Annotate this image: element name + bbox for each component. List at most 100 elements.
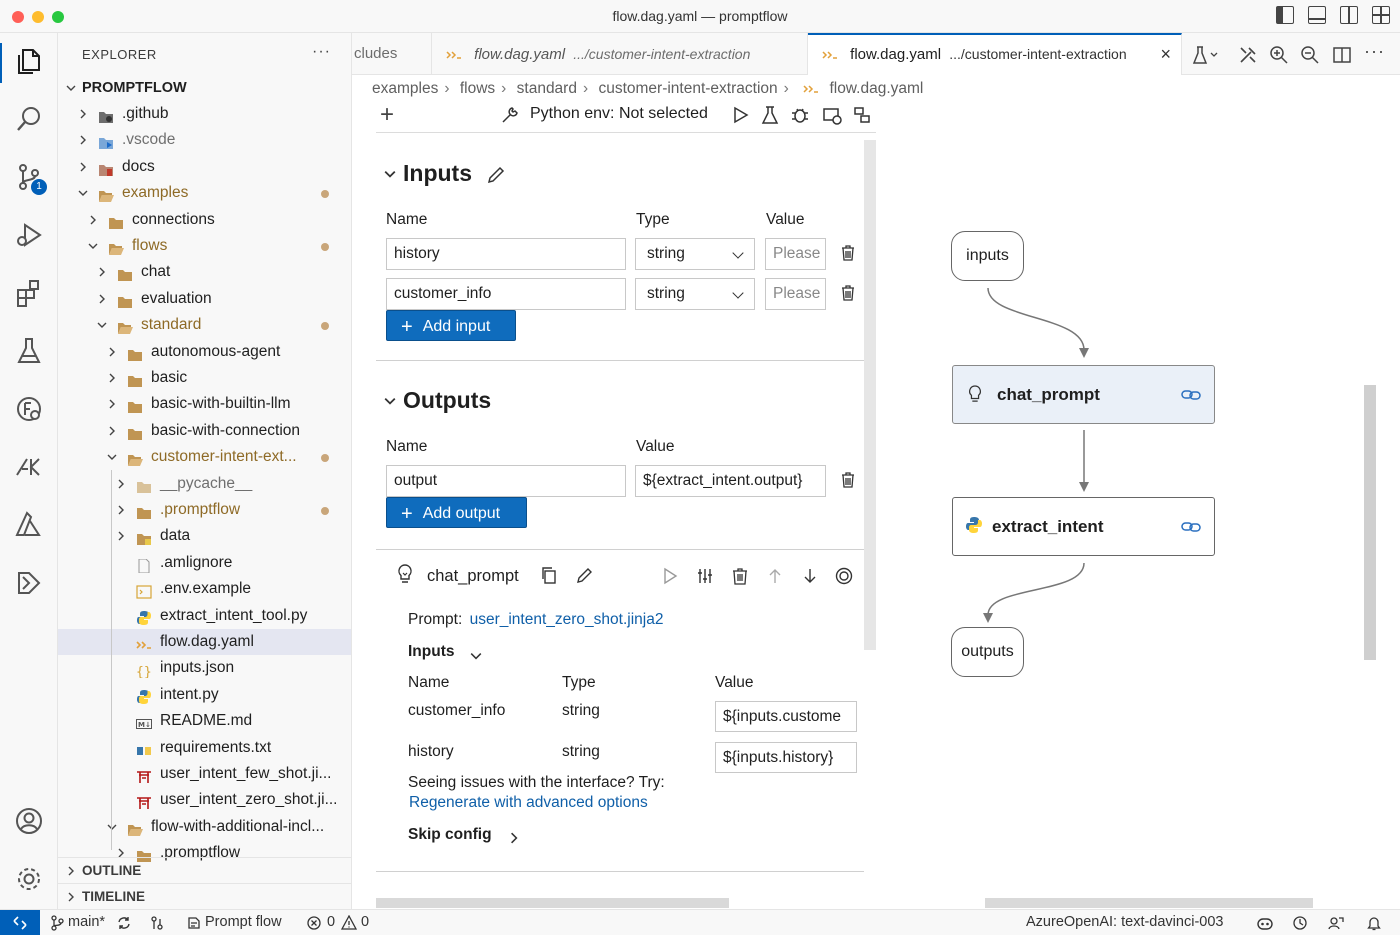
- tree-root-promptflow[interactable]: PROMPTFLOW: [58, 75, 351, 101]
- chevron-right-icon[interactable]: [508, 832, 520, 844]
- batch-run-icon[interactable]: [822, 105, 842, 125]
- input-name-field[interactable]: customer_info: [386, 278, 626, 310]
- input-type-select[interactable]: string: [635, 238, 755, 270]
- tree-item[interactable]: {} inputs.json: [58, 655, 351, 681]
- manage-gear-icon[interactable]: [13, 863, 45, 895]
- testing-icon[interactable]: [13, 335, 45, 367]
- tree-item[interactable]: examples: [58, 180, 351, 206]
- tab-flow-dag-active[interactable]: flow.dag.yaml .../customer-intent-extrac…: [808, 33, 1182, 75]
- timeline-section[interactable]: TIMELINE: [58, 883, 351, 909]
- link-icon[interactable]: [1181, 519, 1201, 535]
- breadcrumb-standard[interactable]: standard: [517, 80, 577, 97]
- tree-item[interactable]: intent.py: [58, 682, 351, 708]
- prompt-flow-icon[interactable]: [13, 451, 45, 483]
- tree-item[interactable]: data: [58, 523, 351, 549]
- breadcrumb-customer-intent[interactable]: customer-intent-extraction: [598, 80, 777, 97]
- error-icon[interactable]: [307, 916, 321, 930]
- remote-indicator[interactable]: [0, 910, 40, 935]
- tree-item[interactable]: standard: [58, 312, 351, 338]
- delete-trash-icon[interactable]: [841, 245, 855, 261]
- link-icon[interactable]: [1181, 387, 1201, 403]
- tree-item[interactable]: docs: [58, 154, 351, 180]
- zoom-in-icon[interactable]: [1269, 45, 1289, 65]
- graph-node-chat-prompt[interactable]: chat_prompt: [952, 365, 1215, 424]
- run-debug-icon[interactable]: [13, 219, 45, 251]
- tree-item[interactable]: flow.dag.yaml: [58, 629, 351, 655]
- explorer-more-icon[interactable]: ···: [312, 43, 331, 61]
- output-name-field[interactable]: output: [386, 465, 626, 497]
- chevron-down-icon[interactable]: [384, 395, 396, 407]
- azure-icon[interactable]: [13, 509, 45, 541]
- tree-item[interactable]: evaluation: [58, 286, 351, 312]
- tree-item[interactable]: requirements.txt: [58, 735, 351, 761]
- remote-explorer-icon[interactable]: [13, 393, 45, 425]
- tree-item[interactable]: basic-with-connection: [58, 418, 351, 444]
- copilot-icon[interactable]: [1256, 915, 1274, 931]
- chevron-down-icon[interactable]: [384, 168, 396, 180]
- form-scrollbar[interactable]: [864, 140, 876, 650]
- input-type-select[interactable]: string: [635, 278, 755, 310]
- branch-name[interactable]: main*: [68, 914, 105, 930]
- input-value-field[interactable]: Please: [765, 278, 826, 310]
- tree-item[interactable]: chat: [58, 259, 351, 285]
- settings-sliders-icon[interactable]: [696, 567, 714, 585]
- tree-item[interactable]: customer-intent-ext...: [58, 444, 351, 470]
- tree-item[interactable]: autonomous-agent: [58, 339, 351, 365]
- input-name-field[interactable]: history: [386, 238, 626, 270]
- tab-cludes[interactable]: cludes: [352, 33, 432, 75]
- target-icon[interactable]: [835, 567, 853, 585]
- chevron-down-icon[interactable]: [470, 650, 482, 662]
- graph-node-outputs[interactable]: outputs: [951, 627, 1024, 677]
- tree-item[interactable]: .vscode: [58, 127, 351, 153]
- breadcrumb-flows[interactable]: flows: [460, 80, 495, 97]
- toggle-panel-icon[interactable]: [1308, 6, 1326, 24]
- layout-toggle-icon[interactable]: [852, 105, 872, 125]
- tree-item[interactable]: M↓ README.md: [58, 708, 351, 734]
- split-editor-icon[interactable]: [1332, 45, 1352, 65]
- tree-item[interactable]: .github: [58, 101, 351, 127]
- move-down-icon[interactable]: [801, 567, 819, 585]
- error-count[interactable]: 0: [327, 914, 335, 930]
- add-node-icon[interactable]: +: [380, 103, 394, 127]
- tab-flow-dag-preview[interactable]: flow.dag.yaml .../customer-intent-extrac…: [432, 33, 808, 75]
- delete-trash-icon[interactable]: [841, 472, 855, 488]
- extensions-icon[interactable]: [13, 277, 45, 309]
- feedback-icon[interactable]: [1328, 915, 1344, 931]
- prompt-flow-status[interactable]: Prompt flow: [205, 914, 282, 930]
- tree-item[interactable]: .amlignore: [58, 550, 351, 576]
- tree-item[interactable]: basic-with-builtin-llm: [58, 391, 351, 417]
- edit-pencil-icon[interactable]: [486, 165, 506, 185]
- toggle-primary-sidebar-icon[interactable]: [1276, 6, 1294, 24]
- history-icon[interactable]: [1292, 915, 1308, 931]
- input-value-field[interactable]: Please: [765, 238, 826, 270]
- edit-pencil-icon[interactable]: [576, 566, 594, 584]
- tree-item[interactable]: basic: [58, 365, 351, 391]
- customize-layout-icon[interactable]: [1372, 6, 1390, 24]
- run-node-icon[interactable]: [661, 567, 679, 585]
- accounts-icon[interactable]: [13, 805, 45, 837]
- output-value-field[interactable]: ${extract_intent.output}: [635, 465, 826, 497]
- tools-icon[interactable]: [1238, 45, 1258, 65]
- tree-item[interactable]: extract_intent_tool.py: [58, 603, 351, 629]
- tree-item[interactable]: __pycache__: [58, 471, 351, 497]
- breadcrumb-file[interactable]: flow.dag.yaml: [829, 80, 923, 97]
- node-input-value-field[interactable]: ${inputs.history}: [715, 742, 857, 773]
- add-input-button[interactable]: + Add input: [386, 310, 516, 341]
- notifications-bell-icon[interactable]: [1366, 915, 1382, 931]
- tree-item[interactable]: connections: [58, 207, 351, 233]
- tree-item[interactable]: .promptflow: [58, 497, 351, 523]
- breadcrumb-examples[interactable]: examples: [372, 80, 438, 97]
- move-up-icon[interactable]: [766, 567, 784, 585]
- test-flask-icon[interactable]: [760, 105, 780, 125]
- prompt-file-link[interactable]: user_intent_zero_shot.jinja2: [470, 611, 664, 628]
- tree-item[interactable]: flow-with-additional-incl...: [58, 814, 351, 840]
- outline-section[interactable]: OUTLINE: [58, 857, 351, 883]
- delete-trash-icon[interactable]: [731, 567, 749, 585]
- regenerate-link[interactable]: Regenerate with advanced options: [409, 794, 648, 812]
- warning-count[interactable]: 0: [361, 914, 369, 930]
- explorer-icon[interactable]: [13, 45, 45, 77]
- debug-bug-icon[interactable]: [790, 105, 810, 125]
- model-status[interactable]: AzureOpenAI: text-davinci-003: [1026, 914, 1223, 930]
- tree-item[interactable]: user_intent_few_shot.ji...: [58, 761, 351, 787]
- graph-node-extract-intent[interactable]: extract_intent: [952, 497, 1215, 556]
